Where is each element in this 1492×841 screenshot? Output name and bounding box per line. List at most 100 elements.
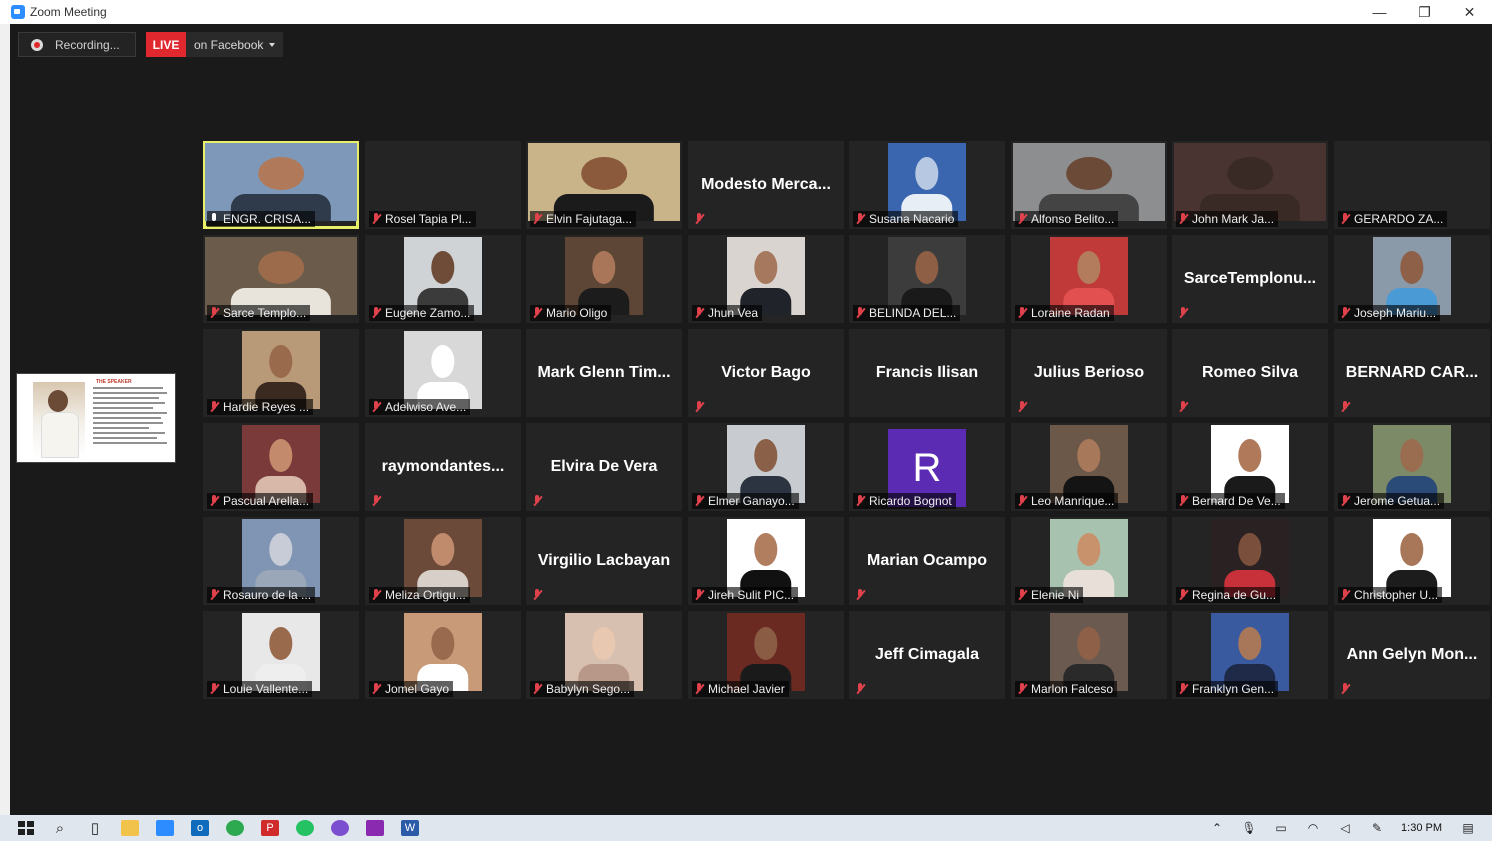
chevron-up-icon[interactable]: ⌃ (1209, 820, 1225, 836)
left-border (0, 24, 10, 815)
participant-tile[interactable]: Franklyn Gen... (1172, 611, 1328, 699)
mic-muted-icon (1178, 495, 1188, 507)
notifications-icon[interactable]: ▤ (1460, 820, 1476, 836)
participant-tile[interactable]: Francis Ilisan (849, 329, 1005, 417)
participant-tile[interactable]: raymondantes... (365, 423, 521, 511)
chrome-icon[interactable] (226, 820, 244, 836)
participant-tile[interactable]: Leo Manrique... (1011, 423, 1167, 511)
recording-indicator[interactable]: Recording... (18, 32, 136, 57)
participant-name: Eugene Zamo... (385, 306, 471, 320)
participant-tile[interactable]: Susana Nacario (849, 141, 1005, 229)
word-icon[interactable]: W (401, 820, 419, 836)
screen-share-thumbnail[interactable]: THE SPEAKER (16, 373, 176, 463)
mic-muted-icon (209, 401, 219, 413)
participant-tile[interactable]: Pascual Arella... (203, 423, 359, 511)
participant-name: Babylyn Sego... (546, 682, 631, 696)
whatsapp-icon[interactable] (296, 820, 314, 836)
participant-tile[interactable]: Virgilio Lacbayan (526, 517, 682, 605)
record-icon (31, 38, 43, 51)
participant-tile[interactable]: Adelwiso Ave... (365, 329, 521, 417)
participant-tile[interactable]: Marian Ocampo (849, 517, 1005, 605)
participant-name: BELINDA DEL... (869, 306, 957, 320)
file-explorer-icon[interactable] (121, 820, 139, 836)
participant-name: Leo Manrique... (1031, 494, 1115, 508)
participant-video (242, 425, 320, 503)
participant-head (431, 533, 455, 566)
participant-tile[interactable]: Marlon Falceso (1011, 611, 1167, 699)
zoom-icon[interactable] (156, 820, 174, 836)
live-destination-dropdown[interactable]: on Facebook (186, 32, 284, 57)
participant-tile[interactable]: GERARDO ZA... (1334, 141, 1490, 229)
windows-start-icon[interactable] (18, 821, 34, 835)
participant-tile[interactable]: Babylyn Sego... (526, 611, 682, 699)
participant-tile[interactable]: Jeff Cimagala (849, 611, 1005, 699)
mic-muted-icon (371, 213, 381, 225)
mic-muted-icon (1340, 401, 1350, 413)
zoom-app-icon (11, 5, 25, 19)
task-view-icon[interactable]: ▯ (86, 820, 104, 837)
participant-tile[interactable]: Elvin Fajutaga... (526, 141, 682, 229)
participant-name-label: Elmer Ganayo... (692, 493, 799, 509)
participant-tile[interactable]: BERNARD CAR... (1334, 329, 1490, 417)
participant-tile[interactable]: Elenie Ni (1011, 517, 1167, 605)
participant-tile[interactable]: Modesto Merca... (688, 141, 844, 229)
participant-tile[interactable]: Sarce Templo... (203, 235, 359, 323)
participant-name-label: Meliza Ortigu... (369, 587, 470, 603)
mic-muted-icon (209, 589, 219, 601)
participant-tile[interactable]: Julius Berioso (1011, 329, 1167, 417)
participant-tile[interactable]: Rosauro de la ... (203, 517, 359, 605)
participant-tile[interactable]: Elvira De Vera (526, 423, 682, 511)
participant-tile[interactable]: Victor Bago (688, 329, 844, 417)
participant-tile[interactable]: Louie Vallente... (203, 611, 359, 699)
taskbar-clock[interactable]: 1:30 PM (1401, 822, 1442, 834)
participant-tile[interactable]: Ann Gelyn Mon... (1334, 611, 1490, 699)
pdf-icon[interactable]: P (261, 820, 279, 836)
pen-icon[interactable]: ✎ (1369, 820, 1385, 836)
participant-tile[interactable]: Hardie Reyes ... (203, 329, 359, 417)
onenote-icon[interactable] (366, 820, 384, 836)
participant-tile[interactable]: Christopher U... (1334, 517, 1490, 605)
participant-head (431, 627, 455, 660)
wifi-icon[interactable]: ◠ (1305, 820, 1321, 836)
participant-tile[interactable]: Jireh Sulit PIC... (688, 517, 844, 605)
viber-icon[interactable] (331, 820, 349, 836)
participant-tile[interactable]: Mario Oligo (526, 235, 682, 323)
volume-icon[interactable]: ◁ (1337, 820, 1353, 836)
participant-tile[interactable]: Mark Glenn Tim... (526, 329, 682, 417)
live-destination-label: on Facebook (194, 37, 264, 52)
participant-tile[interactable]: Jomel Gayo (365, 611, 521, 699)
participant-tile[interactable]: Michael Javier (688, 611, 844, 699)
microphone-icon[interactable]: 🎙︎ (1241, 820, 1257, 836)
participant-tile[interactable]: Regina de Gu... (1172, 517, 1328, 605)
minimize-button[interactable]: — (1357, 0, 1402, 24)
outlook-icon[interactable]: o (191, 820, 209, 836)
participant-tile[interactable]: Loraine Radan (1011, 235, 1167, 323)
restore-button[interactable]: ❐ (1402, 0, 1447, 24)
participant-tile[interactable]: Eugene Zamo... (365, 235, 521, 323)
participant-video (404, 331, 482, 409)
participant-tile[interactable]: Alfonso Belito... (1011, 141, 1167, 229)
participant-tile[interactable]: ENGR. CRISA... (203, 141, 359, 229)
participant-tile[interactable]: BELINDA DEL... (849, 235, 1005, 323)
participant-tile[interactable]: John Mark Ja... (1172, 141, 1328, 229)
participant-name: Jhun Vea (708, 306, 759, 320)
participant-tile[interactable]: Jerome Getua... (1334, 423, 1490, 511)
participant-tile[interactable]: Meliza Ortigu... (365, 517, 521, 605)
participant-tile[interactable]: SarceTemplonu... (1172, 235, 1328, 323)
mic-muted-icon (1178, 401, 1188, 413)
battery-icon[interactable]: ▭ (1273, 820, 1289, 836)
participant-tile[interactable]: R Ricardo Bognot (849, 423, 1005, 511)
participant-tile[interactable]: Rosel Tapia Pl... (365, 141, 521, 229)
live-stream-indicator[interactable]: LIVE on Facebook (146, 32, 284, 57)
participant-tile[interactable]: Joseph Mariu... (1334, 235, 1490, 323)
participant-head (754, 533, 778, 566)
participant-tile[interactable]: Elmer Ganayo... (688, 423, 844, 511)
participant-head (754, 251, 778, 284)
title-bar: Zoom Meeting — ❐ ✕ (0, 0, 1492, 24)
participant-tile[interactable]: Jhun Vea (688, 235, 844, 323)
search-icon[interactable]: ⌕ (51, 820, 69, 837)
participant-tile[interactable]: Romeo Silva (1172, 329, 1328, 417)
participant-tile[interactable]: Bernard De Ve... (1172, 423, 1328, 511)
participant-name: Hardie Reyes ... (223, 400, 310, 414)
close-button[interactable]: ✕ (1447, 0, 1492, 24)
